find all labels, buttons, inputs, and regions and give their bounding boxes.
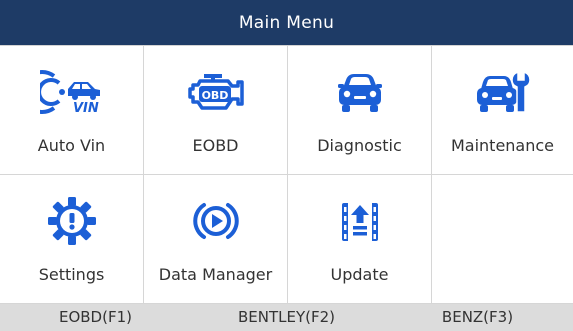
menu-label-eobd: EOBD — [192, 136, 239, 155]
function-key-f1[interactable]: EOBD(F1) — [0, 304, 191, 331]
main-menu-grid: VIN Auto Vin OBD EOBD Diagnostic Mainten… — [0, 45, 573, 304]
menu-tile-auto-vin[interactable]: VIN Auto Vin — [0, 46, 144, 175]
vin-badge-text: VIN — [73, 101, 99, 116]
menu-tile-diagnostic[interactable]: Diagnostic — [288, 46, 432, 175]
page-title: Main Menu — [238, 12, 335, 33]
menu-tile-data-manager[interactable]: Data Manager — [144, 175, 288, 304]
menu-label-data-manager: Data Manager — [158, 265, 273, 284]
menu-label-settings: Settings — [38, 265, 105, 284]
upload-film-icon — [328, 197, 392, 245]
gear-alert-icon — [40, 197, 104, 245]
menu-label-update: Update — [330, 265, 389, 284]
car-wrench-icon — [471, 68, 535, 116]
page-title-bar: Main Menu — [0, 0, 573, 45]
menu-tile-update[interactable]: Update — [288, 175, 432, 304]
menu-label-maintenance: Maintenance — [450, 136, 555, 155]
function-key-bar: EOBD(F1) BENTLEY(F2) BENZ(F3) — [0, 304, 573, 331]
menu-label-diagnostic: Diagnostic — [317, 136, 402, 155]
function-key-f2[interactable]: BENTLEY(F2) — [191, 304, 382, 331]
car-front-icon — [328, 68, 392, 116]
obd-badge-text: OBD — [201, 89, 228, 102]
function-key-f3[interactable]: BENZ(F3) — [382, 304, 573, 331]
menu-tile-maintenance[interactable]: Maintenance — [432, 46, 573, 175]
car-vin-icon: VIN — [39, 68, 104, 116]
engine-obd-icon: OBD — [184, 68, 248, 116]
play-circle-icon — [184, 197, 248, 245]
menu-tile-empty — [432, 175, 573, 304]
menu-tile-eobd[interactable]: OBD EOBD — [144, 46, 288, 175]
menu-label-auto-vin: Auto Vin — [37, 136, 106, 155]
menu-tile-settings[interactable]: Settings — [0, 175, 144, 304]
